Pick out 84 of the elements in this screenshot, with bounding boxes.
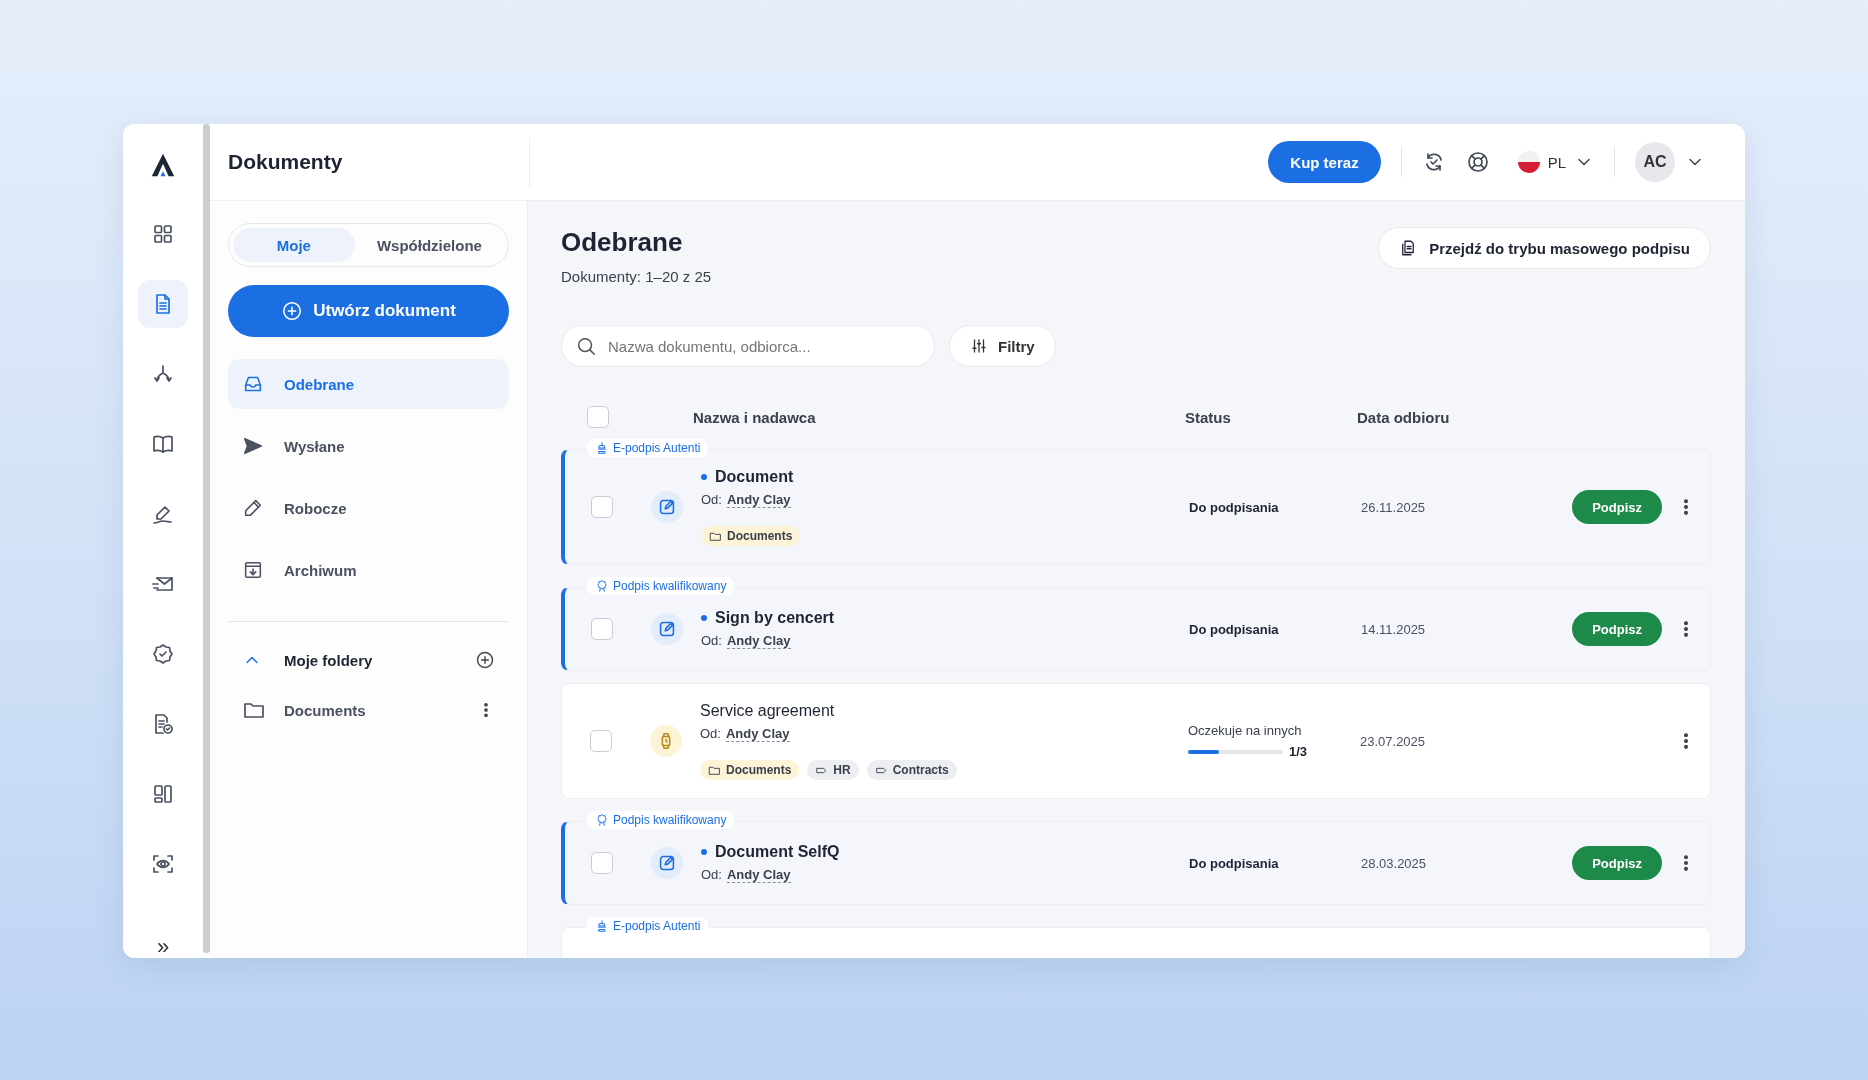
signature-type-tag: E-podpis Autenti xyxy=(587,439,709,457)
document-count: Dokumenty: 1–20 z 25 xyxy=(561,268,712,285)
section-title: Moje foldery xyxy=(284,651,374,669)
edit-document-icon xyxy=(651,491,683,523)
watch-icon xyxy=(650,725,682,757)
column-header: Nazwa i nadawca xyxy=(693,408,817,426)
sender-name[interactable]: Andy Clay xyxy=(726,633,791,649)
sender-label: Od: xyxy=(701,492,722,508)
buy-now-button[interactable]: Kup teraz xyxy=(1268,141,1381,183)
sender-name[interactable]: Andy Clay xyxy=(726,492,791,508)
sign-button[interactable]: Podpisz xyxy=(1572,846,1662,880)
unread-dot xyxy=(701,474,707,480)
document-name[interactable]: Sign by cencert xyxy=(715,609,835,627)
help-icon[interactable] xyxy=(1465,150,1490,174)
document-name[interactable]: Document xyxy=(715,468,794,486)
document-name[interactable]: Service agreement xyxy=(700,702,835,720)
sign-button[interactable]: Podpisz xyxy=(1572,612,1662,646)
search-field[interactable]: Nazwa dokumentu, odbiorca... xyxy=(561,325,935,367)
checkbox[interactable] xyxy=(591,496,613,518)
layout-icon xyxy=(151,782,175,806)
document-row[interactable]: Service agreement Od: Andy Clay Documents HR Contracts Oczekuje na innych 1/3 23.07.2025 xyxy=(561,683,1711,799)
sign-button[interactable]: Podpisz xyxy=(1572,490,1662,524)
signature-type-tag: Podpis kwalifikowany xyxy=(587,577,735,595)
stamp-icon xyxy=(595,919,609,933)
edit-document-icon xyxy=(651,613,683,645)
send-icon xyxy=(242,435,264,457)
checkbox[interactable] xyxy=(591,852,613,874)
archive-box-icon xyxy=(242,559,264,581)
progress-count: 1/3 xyxy=(1289,744,1308,759)
nav-item[interactable]: Odebrane xyxy=(228,359,509,409)
dashboard-icon xyxy=(151,222,175,246)
checkbox[interactable] xyxy=(591,618,613,640)
status-text: Do podpisania xyxy=(1189,500,1279,515)
folder-tag[interactable]: Documents xyxy=(700,760,800,780)
page-title: Dokumenty xyxy=(228,150,343,174)
column-header: Status xyxy=(1185,408,1232,426)
nav-item[interactable]: Robocze xyxy=(228,483,509,533)
badge-icon xyxy=(595,579,609,593)
sliders-icon xyxy=(970,337,988,355)
nav-item[interactable]: Wysłane xyxy=(228,421,509,471)
unread-dot xyxy=(701,615,707,621)
unread-dot xyxy=(701,849,707,855)
flag-icon xyxy=(1517,151,1540,173)
date-text: 26.11.2025 xyxy=(1361,499,1427,515)
status-text: Do podpisania xyxy=(1189,856,1279,871)
status-text: Oczekuje na innych xyxy=(1188,723,1303,738)
plus-circle-icon xyxy=(281,300,304,322)
badge-check-icon xyxy=(151,642,175,666)
scrollbar[interactable] xyxy=(203,124,210,953)
sender-label: Od: xyxy=(700,726,721,742)
signature-type-tag: E-podpis Autenti xyxy=(587,917,709,935)
expand-button[interactable]: » xyxy=(146,930,180,958)
tab[interactable]: Współdzielone xyxy=(354,228,504,262)
date-text: 28.03.2025 xyxy=(1361,855,1428,871)
sender-label: Od: xyxy=(701,867,722,883)
section-heading: Odebrane xyxy=(561,227,684,258)
status-text: Do podpisania xyxy=(1189,622,1279,637)
eye-scan-icon xyxy=(151,852,175,876)
stamp-icon xyxy=(595,441,609,455)
date-text: 14.11.2025 xyxy=(1361,621,1427,637)
language-selector[interactable]: PL xyxy=(1517,151,1594,173)
sender-label: Od: xyxy=(701,633,722,649)
bulk-sign-button[interactable]: Przejdź do trybu masowego podpisu xyxy=(1378,227,1711,269)
column-header: Data odbioru xyxy=(1357,408,1451,426)
folder-tag[interactable]: Documents xyxy=(701,526,801,546)
label-tag[interactable]: HR xyxy=(807,760,859,780)
date-text: 23.07.2025 xyxy=(1360,733,1427,749)
document-name[interactable]: Document SelfQ xyxy=(715,843,840,861)
sender-name[interactable]: Andy Clay xyxy=(725,726,790,742)
nav-item[interactable]: Archiwum xyxy=(228,545,509,595)
create-document-button[interactable]: Utwórz dokument xyxy=(228,285,509,337)
rail-button[interactable] xyxy=(138,280,188,328)
filters-button[interactable]: Filtry xyxy=(949,325,1056,367)
signature-type-tag: Podpis kwalifikowany xyxy=(587,811,735,829)
edit-document-icon xyxy=(651,847,683,879)
folder-item[interactable]: Documents xyxy=(284,701,459,719)
tab[interactable]: Moje xyxy=(233,228,355,262)
badge-icon xyxy=(595,813,609,827)
label-tag[interactable]: Contracts xyxy=(866,760,957,780)
checkbox[interactable] xyxy=(587,406,609,428)
pencil-icon xyxy=(242,497,264,519)
add-folder-icon[interactable] xyxy=(475,650,495,670)
checkbox[interactable] xyxy=(590,730,612,752)
sender-name[interactable]: Andy Clay xyxy=(726,867,791,883)
